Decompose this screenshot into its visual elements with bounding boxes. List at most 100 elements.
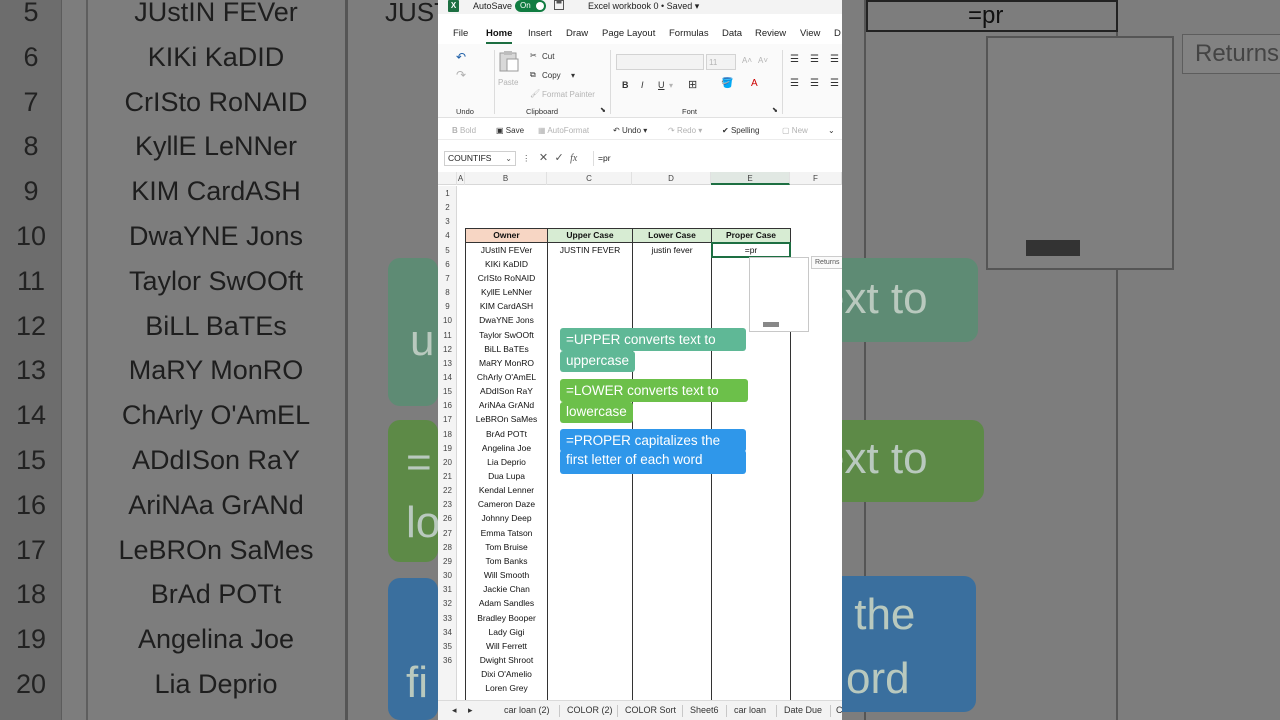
qat-undo-button[interactable]: ↶ Undo ▾ [613,126,647,135]
decrease-font-icon[interactable]: A˅ [758,56,768,65]
owner-cell[interactable]: Bradley Booper [466,611,547,625]
proper-case-input[interactable]: =pr [713,243,789,257]
table-header-lower-case[interactable]: Lower Case [632,228,712,243]
row-header[interactable]: 28 [438,541,457,555]
row-header[interactable]: 36 [438,654,457,668]
upper-case-cell[interactable]: JUSTIN FEVER [548,243,632,257]
more-icon[interactable]: ⋮ [522,153,531,163]
row-header[interactable]: 23 [438,498,457,512]
row-header[interactable]: 21 [438,470,457,484]
menu-draw[interactable]: Draw [566,28,588,39]
row-header[interactable]: 35 [438,640,457,654]
owner-cell[interactable]: Taylor SwOOft [466,328,547,342]
row-header[interactable]: 2 [438,201,457,215]
align-left-icon[interactable]: ☰ [790,78,799,89]
save-icon[interactable] [554,0,564,13]
font-color-icon[interactable]: A [751,78,758,89]
workbook-name[interactable]: Excel workbook 0 • Saved ▾ [588,0,699,12]
autosave-toggle[interactable]: On [515,0,546,12]
owner-cell[interactable]: Dixi O'Amelio [466,667,547,681]
row-header[interactable]: 27 [438,527,457,541]
owner-cell[interactable]: Adam Sandles [466,596,547,610]
paste-icon[interactable] [499,50,519,74]
align-bottom-icon[interactable]: ☰ [830,54,839,65]
tab-sheet6[interactable]: Sheet6 [690,705,719,715]
owner-cell[interactable]: BiLL BaTEs [466,342,547,356]
qat-spelling-button[interactable]: ✔ Spelling [722,126,759,135]
owner-cell[interactable]: BrAd POTt [466,427,547,441]
table-header-upper-case[interactable]: Upper Case [547,228,633,243]
row-header[interactable]: 34 [438,626,457,640]
row-header[interactable]: 29 [438,555,457,569]
enter-icon[interactable]: ✓ [554,152,563,164]
owner-cell[interactable]: Kendal Lenner [466,483,547,497]
row-header[interactable]: 30 [438,569,457,583]
format-painter-icon[interactable]: 🖌 [530,89,540,98]
owner-cell[interactable]: Dwight Shroot [466,653,547,667]
row-header[interactable]: 12 [438,343,457,357]
owner-cell[interactable]: Will Smooth [466,568,547,582]
row-header[interactable]: 19 [438,442,457,456]
copy-dropdown-icon[interactable]: ▾ [571,71,575,80]
borders-icon[interactable]: ⊞ [688,78,697,91]
column-header-f[interactable]: F [790,172,842,185]
format-painter-label[interactable]: Format Painter [542,90,595,99]
qat-new-button[interactable]: ▢ New [782,126,808,135]
paste-label[interactable]: Paste [498,78,518,87]
qat-save-button[interactable]: ▣ Save [496,126,524,135]
qat-customize-icon[interactable]: ⌄ [828,126,835,135]
row-header[interactable]: 14 [438,371,457,385]
qat-redo-button[interactable]: ↷ Redo ▾ [668,126,702,135]
owner-cell[interactable]: Dua Lupa [466,469,547,483]
menu-formulas[interactable]: Formulas [669,28,709,39]
cut-icon[interactable]: ✂ [530,51,537,60]
tab-more[interactable]: C [836,705,842,715]
align-top-icon[interactable]: ☰ [790,54,799,65]
row-header[interactable]: 1 [438,187,457,201]
align-middle-icon[interactable]: ☰ [810,54,819,65]
row-header[interactable]: 3 [438,215,457,229]
row-header[interactable]: 18 [438,428,457,442]
owner-cell[interactable]: ADdISon RaY [466,384,547,398]
menu-view[interactable]: View [800,28,820,39]
dialog-launcher-icon[interactable]: ⬊ [600,106,606,114]
cancel-icon[interactable]: ✕ [539,152,548,164]
copy-icon[interactable]: ⧉ [530,70,536,80]
row-header[interactable]: 20 [438,456,457,470]
row-header[interactable]: 22 [438,484,457,498]
owner-cell[interactable]: KIM CardASH [466,299,547,313]
row-header[interactable]: 10 [438,314,457,328]
select-all-corner[interactable] [438,172,457,185]
align-center-icon[interactable]: ☰ [810,78,819,89]
row-header[interactable]: 33 [438,612,457,626]
owner-cell[interactable]: LeBROn SaMes [466,412,547,426]
tab-car-loan-2[interactable]: car loan (2) [504,705,550,715]
owner-cell[interactable]: Johnny Deep [466,511,547,525]
tab-color-2[interactable]: COLOR (2) [567,705,613,715]
owner-cell[interactable]: KyllE LeNNer [466,285,547,299]
tab-prev-icon[interactable]: ◂ [452,705,457,716]
copy-label[interactable]: Copy [542,71,561,80]
menu-home[interactable]: Home [486,28,513,44]
table-header-proper-case[interactable]: Proper Case [711,228,791,243]
row-header[interactable]: 32 [438,597,457,611]
cut-label[interactable]: Cut [542,52,554,61]
italic-button[interactable]: I [641,80,644,90]
insert-function-icon[interactable]: fx [570,153,577,164]
fill-color-icon[interactable]: 🪣 [721,78,733,89]
owner-cell[interactable]: Cameron Daze [466,497,547,511]
column-header-d[interactable]: D [632,172,711,185]
row-header[interactable]: 7 [438,272,457,286]
row-header[interactable]: 6 [438,258,457,272]
owner-cell[interactable]: Lia Deprio [466,455,547,469]
owner-cell[interactable]: Jackie Chan [466,582,547,596]
font-size-box[interactable]: 11 [706,54,736,70]
tab-next-icon[interactable]: ▸ [468,705,473,716]
owner-cell[interactable]: Lady Gigi [466,625,547,639]
owner-cell[interactable]: Angelina Joe [466,441,547,455]
qat-autoformat-button[interactable]: ▦ AutoFormat [538,126,589,135]
row-header[interactable]: 11 [438,329,457,343]
column-header-c[interactable]: C [547,172,632,185]
owner-cell[interactable]: JUstIN FEVer [466,243,547,257]
owner-cell[interactable]: DwaYNE Jons [466,313,547,327]
